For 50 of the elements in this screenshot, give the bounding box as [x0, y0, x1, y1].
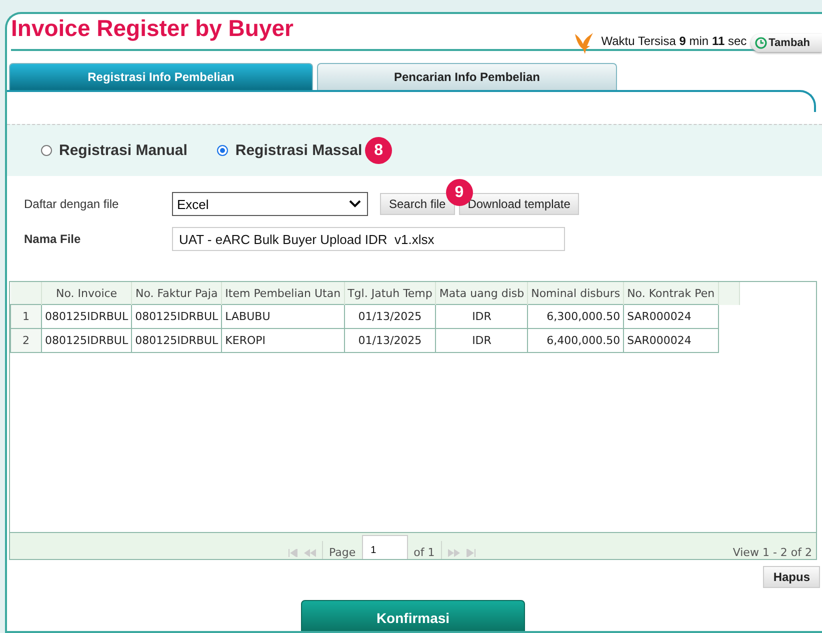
tab[interactable]: Pencarian Info Pembelian — [317, 63, 617, 90]
column-header[interactable]: Mata uang disb — [436, 282, 528, 304]
column-header[interactable]: Tgl. Jatuh Temp — [344, 282, 436, 304]
clock-icon — [754, 37, 767, 49]
page-title: Invoice Register by Buyer — [11, 15, 294, 43]
field-label: Daftar dengan file — [24, 197, 120, 211]
file-type-dropdown[interactable]: Excel — [172, 192, 368, 216]
chevron-down-icon — [349, 200, 361, 208]
page-count: of 1 — [414, 546, 435, 559]
next-page-icon[interactable] — [448, 549, 460, 557]
first-page-icon[interactable] — [288, 549, 298, 557]
table-cell: KEROPI — [222, 328, 344, 352]
page-label: Page — [329, 546, 356, 559]
field-label: Nama File — [24, 232, 82, 246]
search-file-button[interactable]: Search file — [380, 193, 455, 215]
table-cell: 080125IDRBUL — [42, 328, 132, 352]
table-cell: 080125IDRBUL — [132, 304, 222, 328]
radio-button[interactable] — [217, 145, 228, 156]
last-page-icon[interactable] — [466, 549, 476, 557]
extend-time-button[interactable]: Tambah — [750, 34, 822, 52]
radio-label[interactable]: Registrasi Manual — [59, 142, 188, 159]
radio-label[interactable]: Registrasi Massal — [235, 142, 362, 159]
confirm-button[interactable]: Konfirmasi — [301, 600, 525, 631]
radio-button[interactable] — [41, 145, 52, 156]
table-cell: LABUBU — [222, 304, 344, 328]
column-header[interactable]: No. Invoice — [42, 282, 132, 304]
row-number: 1 — [10, 304, 42, 328]
row-number: 2 — [10, 328, 42, 352]
record-count: View 1 - 2 of 2 — [732, 546, 812, 559]
table-cell: 01/13/2025 — [344, 328, 436, 352]
remaining-time: Waktu Tersisa 9 min 11 sec — [601, 34, 747, 50]
table-cell: 01/13/2025 — [344, 304, 436, 328]
column-header[interactable]: Item Pembelian Utan — [222, 282, 344, 304]
table-cell: 6,400,000.50 — [528, 328, 624, 352]
file-name-field[interactable]: UAT - eARC Bulk Buyer Upload IDR v1.xlsx — [172, 227, 565, 251]
step-badge: 8 — [365, 137, 392, 164]
table-cell: IDR — [436, 304, 528, 328]
delete-button[interactable]: Hapus — [763, 566, 820, 588]
column-header[interactable]: No. Faktur Paja — [132, 282, 222, 304]
table-cell: 080125IDRBUL — [42, 304, 132, 328]
tab[interactable]: Registrasi Info Pembelian — [9, 63, 313, 90]
column-header[interactable]: Nominal disburs — [528, 282, 624, 304]
table-cell: 6,300,000.50 — [528, 304, 624, 328]
table-cell: SAR000024 — [624, 328, 718, 352]
table-cell: IDR — [436, 328, 528, 352]
table-cell: SAR000024 — [624, 304, 718, 328]
table-cell: 080125IDRBUL — [132, 328, 222, 352]
column-header[interactable]: No. Kontrak Pen — [624, 282, 718, 304]
previous-page-icon[interactable] — [304, 549, 316, 557]
page-number-field[interactable]: 1 — [362, 535, 408, 559]
